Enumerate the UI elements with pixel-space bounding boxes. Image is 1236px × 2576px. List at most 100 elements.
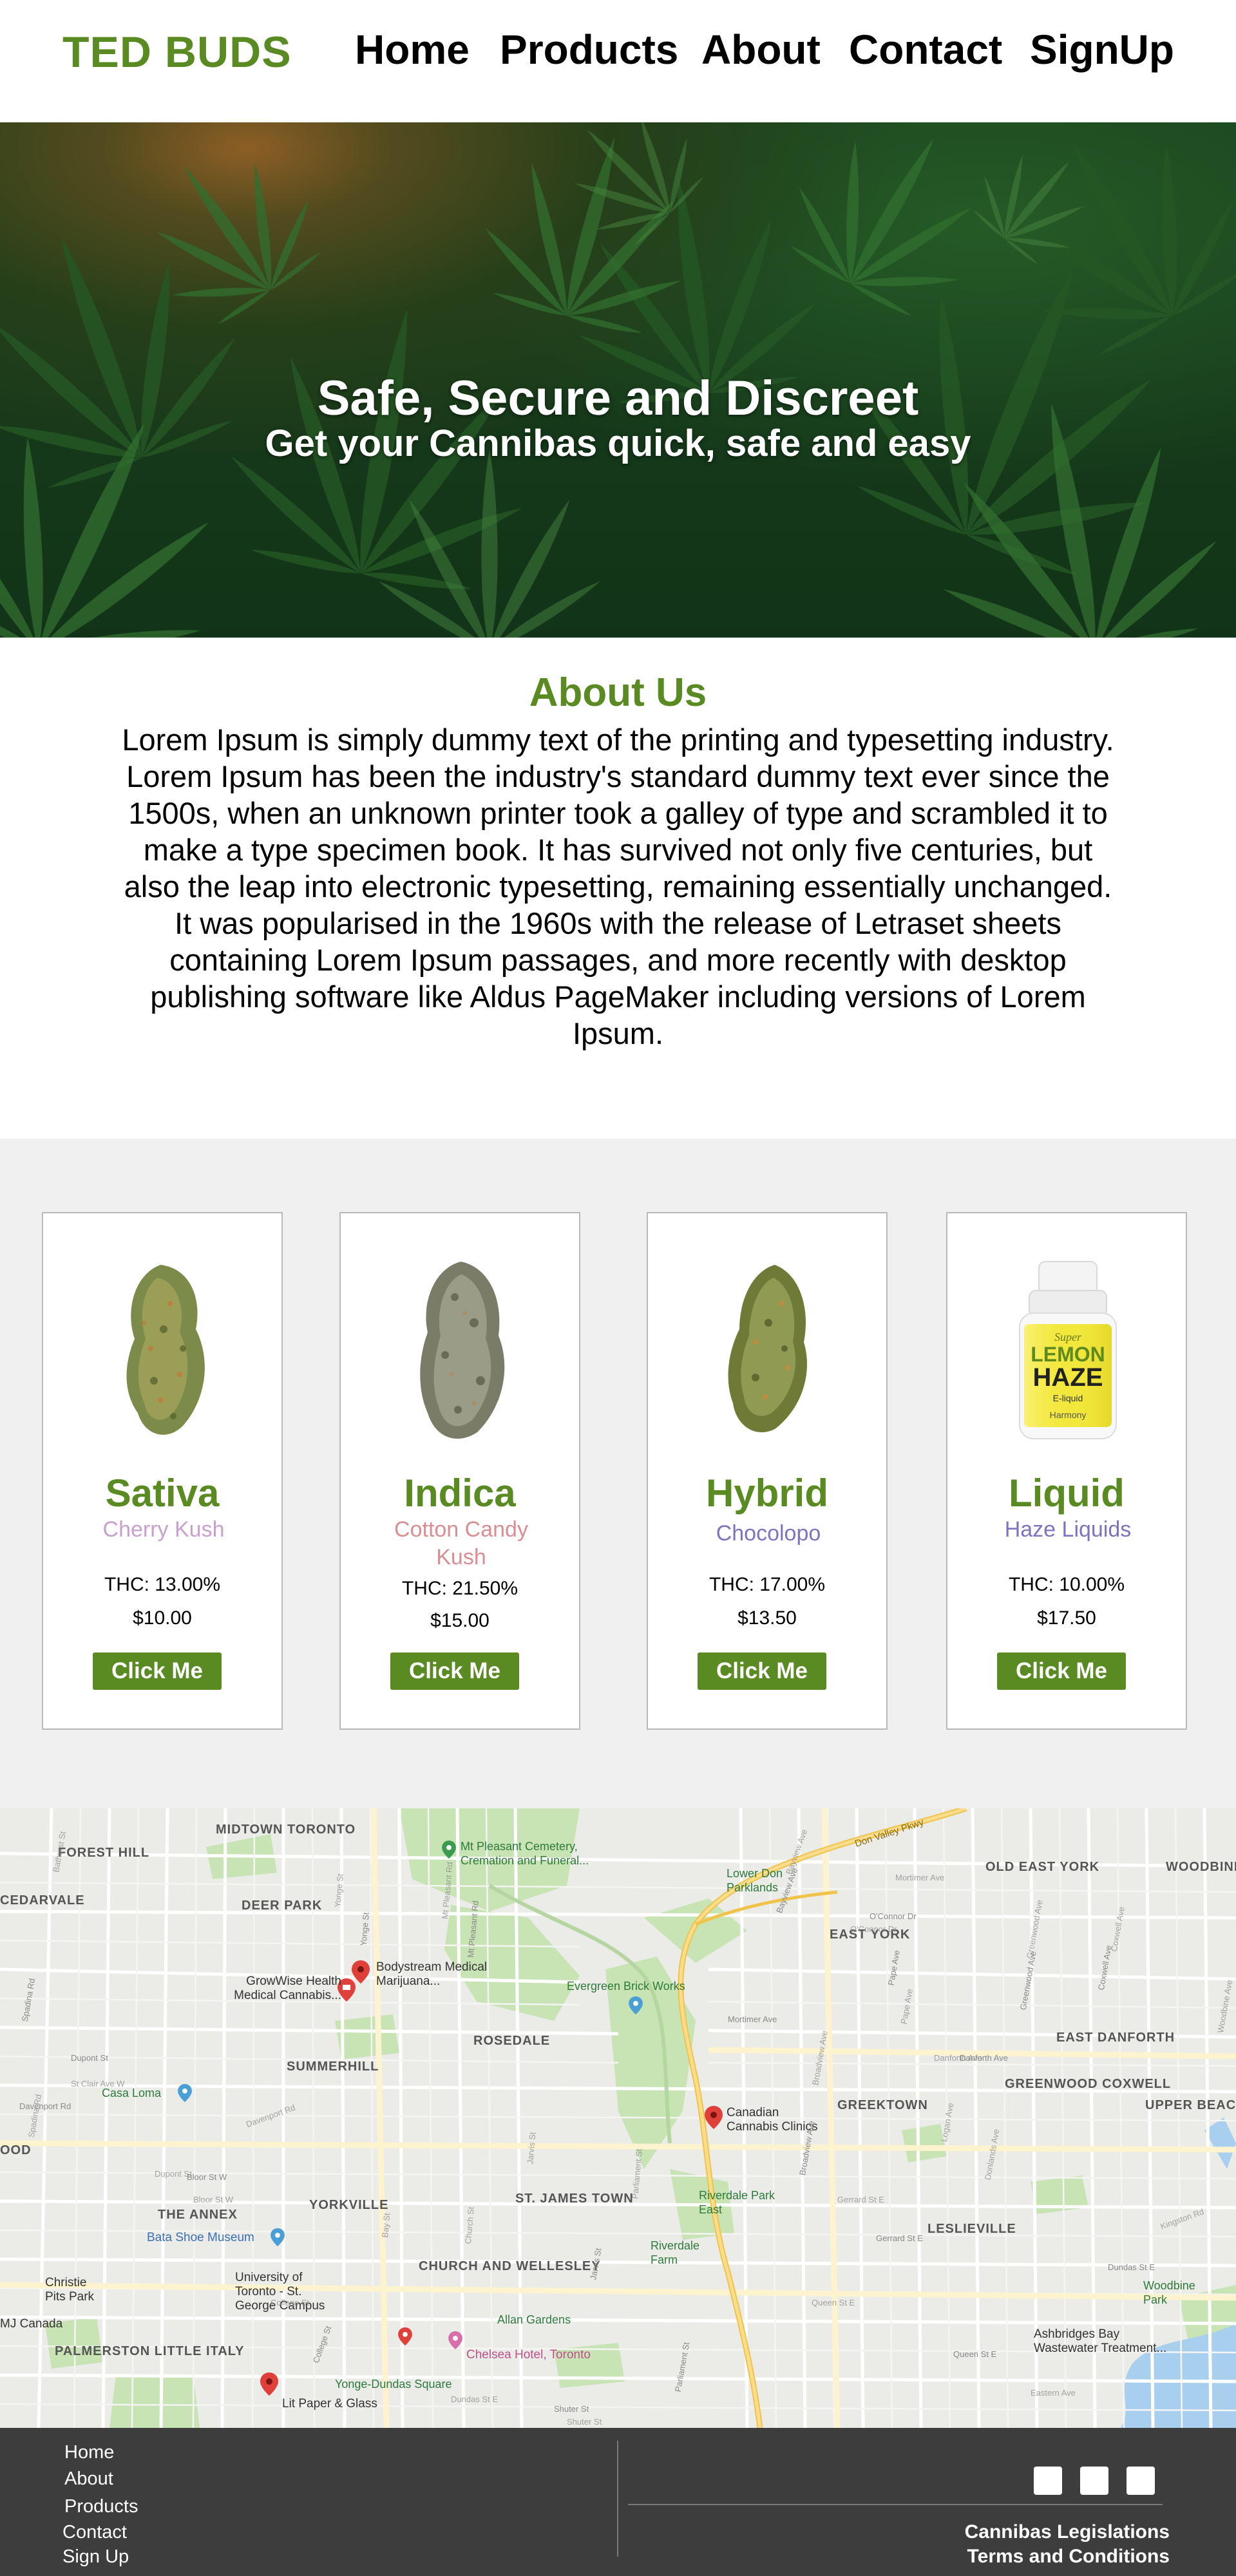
hero-title: Safe, Secure and Discreet <box>317 371 919 426</box>
nav-contact[interactable]: Contact <box>849 26 1002 73</box>
map-place-label: Allan Gardens <box>497 2313 571 2326</box>
map-street-label: Gerrard St E <box>837 2195 884 2204</box>
hotel-pin-icon[interactable] <box>448 2331 462 2349</box>
product-strain: Cotton Candy Kush <box>394 1517 528 1569</box>
social-icon-3[interactable] <box>1127 2467 1155 2495</box>
map-area-label: LESLIEVILLE <box>927 2222 1016 2236</box>
map-place-label: Lit Paper & Glass <box>282 2397 377 2410</box>
product-price: $10.00 <box>133 1607 192 1629</box>
product-thc: THC: 10.00% <box>1008 1574 1125 1595</box>
park-pin-icon[interactable] <box>442 1841 456 1859</box>
map-place-label: GrowWise Health Medical Cannabis... <box>234 1975 341 2002</box>
about-line: containing Lorem Ipsum passages, and mor… <box>169 943 1067 977</box>
product-strain: Chocolopo <box>716 1521 821 1546</box>
map-place-label: Christie Pits Park <box>45 2276 95 2304</box>
map-place-label: Chelsea Hotel, Toronto <box>466 2348 591 2362</box>
nav-signup[interactable]: SignUp <box>1030 26 1174 73</box>
footer-link-home[interactable]: Home <box>64 2442 114 2463</box>
map-street-label: Shuter St <box>567 2417 602 2427</box>
site-footer: Home About Products Contact Sign Up Cann… <box>0 2428 1236 2576</box>
map-area-label: FOREST HILL <box>58 1846 150 1860</box>
map-street-label: Mortimer Ave <box>895 1873 945 1882</box>
map-pin-icon[interactable] <box>260 2372 278 2396</box>
map-area-label: MIDTOWN TORONTO <box>216 1823 356 1837</box>
social-icon-2[interactable] <box>1080 2467 1108 2495</box>
footer-link-about[interactable]: About <box>64 2468 113 2490</box>
location-map[interactable]: MIDTOWN TORONTO FOREST HILL DEER PARK CE… <box>0 1808 1236 2428</box>
cannabis-bud-icon <box>728 1265 807 1433</box>
map-area-label: SUMMERHILL <box>287 2060 379 2074</box>
nav-about[interactable]: About <box>701 26 821 73</box>
attraction-pin-icon[interactable] <box>629 1996 643 2014</box>
map-area-label: WOODBINE - LUMSDE <box>1166 1860 1236 1874</box>
map-road-label: Mortimer Ave <box>728 2014 777 2024</box>
nav-home[interactable]: Home <box>355 26 470 73</box>
attraction-pin-icon[interactable] <box>178 2084 192 2102</box>
map-area-label: GREENWOOD COXWELL <box>1005 2077 1172 2091</box>
product-name: Hybrid <box>705 1472 829 1515</box>
map-street-label: O'Connor Dr <box>850 1924 897 1934</box>
social-icon-1[interactable] <box>1034 2467 1062 2495</box>
footer-link-contact[interactable]: Contact <box>62 2522 127 2543</box>
about-text: Lorem Ipsum is simply dummy text of the … <box>84 721 1152 1052</box>
map-road-label: Queen St E <box>953 2349 997 2359</box>
product-thc: THC: 17.00% <box>708 1574 826 1595</box>
about-line: make a type specimen book. It has surviv… <box>143 833 1093 867</box>
click-me-button[interactable]: Click Me <box>997 1653 1126 1690</box>
about-line: also the leap into electronic typesettin… <box>124 869 1112 904</box>
footer-terms-link[interactable]: Terms and Conditions <box>967 2546 1170 2568</box>
about-line: publishing software like Aldus PageMaker… <box>150 980 1086 1014</box>
map-area-label: OLD EAST YORK <box>985 1860 1100 1874</box>
map-area-label: CHURCH AND WELLESLEY <box>419 2259 601 2273</box>
map-place-label: Yonge-Dundas Square <box>335 2378 452 2391</box>
map-area-label: ST. JAMES TOWN <box>515 2192 634 2206</box>
map-street-label: Danforth Ave <box>934 2053 982 2063</box>
map-place-label: Bata Shoe Museum <box>147 2231 254 2244</box>
product-strain: Cherry Kush <box>102 1517 225 1542</box>
bottle-maker: Harmony <box>1050 1410 1087 1420</box>
footer-legislation-link[interactable]: Cannibas Legislations <box>965 2521 1170 2543</box>
map-area-label: UPPER BEACH <box>1145 2098 1236 2112</box>
map-pin-icon[interactable] <box>398 2327 412 2345</box>
cannabis-bud-icon <box>126 1265 205 1435</box>
map-road-label: Bloor St W <box>187 2172 227 2182</box>
map-street-label: Queen St E <box>812 2298 855 2307</box>
map-area-label: DEER PARK <box>242 1899 323 1913</box>
about-line: Lorem Ipsum is simply dummy text of the … <box>122 723 1114 757</box>
nav-products[interactable]: Products <box>500 26 678 73</box>
map-area-label: GREEKTOWN <box>837 2098 928 2112</box>
about-line: 1500s, when an unknown printer took a ga… <box>128 796 1108 830</box>
map-road-label: Dundas St E <box>1108 2262 1155 2272</box>
product-thc: THC: 13.00% <box>104 1574 221 1595</box>
map-street-label: Dundas St E <box>451 2394 498 2404</box>
product-card-sativa: Sativa Cherry Kush THC: 13.00% $10.00 Cl… <box>42 1212 283 1730</box>
product-price: $13.50 <box>737 1607 797 1629</box>
map-place-label: Riverdale Farm <box>651 2239 700 2266</box>
bottle-type: E-liquid <box>1053 1393 1083 1403</box>
product-card-liquid: Super LEMON HAZE E-liquid Harmony Liquid… <box>946 1212 1187 1730</box>
click-me-button[interactable]: Click Me <box>390 1653 519 1690</box>
product-thc: THC: 21.50% <box>401 1578 518 1599</box>
map-area-label: CEDARVALE <box>0 1893 85 1908</box>
footer-link-products[interactable]: Products <box>64 2496 138 2517</box>
click-me-button[interactable]: Click Me <box>698 1653 826 1690</box>
product-strain: Haze Liquids <box>1004 1517 1132 1542</box>
footer-link-signup[interactable]: Sign Up <box>62 2546 129 2568</box>
map-street-label: College St <box>271 2298 309 2307</box>
bottle-line1: LEMON <box>1031 1343 1105 1366</box>
about-line: Lorem Ipsum has been the industry's stan… <box>126 759 1110 793</box>
map-place-label: Woodbine Park <box>1143 2279 1195 2306</box>
map-street-label: Eastern Ave <box>1031 2388 1076 2398</box>
brand-logo[interactable]: TED BUDS <box>62 27 292 77</box>
map-place-label: MJ Canada <box>0 2317 63 2331</box>
products-section: Sativa Cherry Kush THC: 13.00% $10.00 Cl… <box>0 1139 1236 1808</box>
map-pin-icon[interactable] <box>705 2106 723 2129</box>
map-area-label: PALMERSTON LITTLE ITALY <box>55 2344 245 2358</box>
attraction-pin-icon[interactable] <box>271 2228 285 2246</box>
about-line: It was popularised in the 1960s with the… <box>175 906 1061 940</box>
about-line: Ipsum. <box>572 1016 664 1050</box>
click-me-button[interactable]: Click Me <box>93 1653 222 1690</box>
map-place-label: Mt Pleasant Cemetery, Cremation and Fune… <box>461 1840 589 1867</box>
bottle-top-text: Super <box>1054 1331 1082 1343</box>
top-nav: TED BUDS Home Products About Contact Sig… <box>0 0 1236 122</box>
